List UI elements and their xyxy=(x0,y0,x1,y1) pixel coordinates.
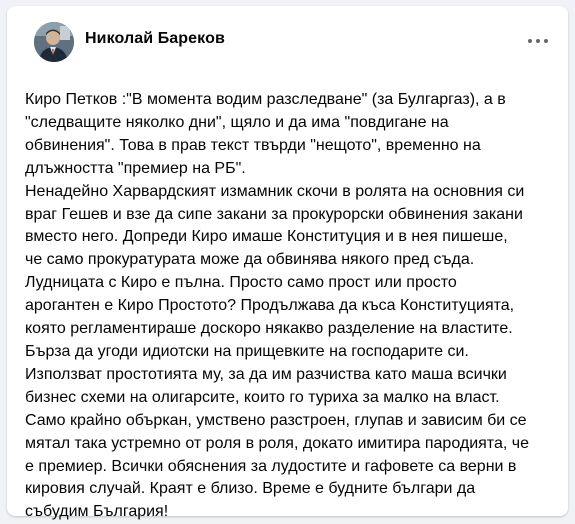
post-text-line: враг Гешев и взе да сипе закани за проку… xyxy=(25,205,523,223)
post-text: Киро Петков :"В момента водим разследван… xyxy=(25,89,555,524)
post-text-line: Бърза да угоди идиотски на прищевките на… xyxy=(25,342,469,360)
post-text-line: е премиер. Всички обяснения за лудостите… xyxy=(25,457,517,475)
post-text-line: събудим България! xyxy=(25,503,169,521)
post-card: Николай Бареков Киро Петков :"В момента … xyxy=(7,6,568,520)
post-text-line: Ненадейно Харвардският измамник скочи в … xyxy=(25,182,525,200)
post-text-line: обвинения". Това в прав текст твърди "не… xyxy=(25,136,481,154)
post-text-line: Лудницата с Киро е пълна. Просто само пр… xyxy=(25,274,457,292)
more-dot xyxy=(528,39,532,43)
post-text-line: че само прокуратурата може да обвинява н… xyxy=(25,251,475,269)
post-text-line: мятал така устремно от роля в роля, дока… xyxy=(25,434,529,452)
more-dot xyxy=(544,39,548,43)
post-text-line: арогантен е Киро Простото? Продължава да… xyxy=(25,297,515,315)
more-dot xyxy=(536,39,540,43)
post-text-line: Само крайно объркан, умствено разстроен,… xyxy=(25,411,527,429)
post-text-line: длъжността "премиер на РБ". xyxy=(25,159,246,177)
post-header: Николай Бареков xyxy=(7,6,568,82)
author-avatar[interactable] xyxy=(34,22,74,62)
post-text-line: "следващите няколко дни", щяло и да има … xyxy=(25,113,449,131)
post-text-line: Използват простотията му, за да им разчи… xyxy=(25,365,507,383)
avatar-photo-icon xyxy=(34,22,74,62)
post-text-line: Киро Петков :"В момента водим разследван… xyxy=(25,91,506,108)
post-text-line: която регламентираше доскоро някакво раз… xyxy=(25,320,513,338)
more-options-icon[interactable] xyxy=(526,36,550,46)
post-text-line: кировия случай. Краят е близо. Време е б… xyxy=(25,480,476,498)
author-name[interactable]: Николай Бареков xyxy=(85,30,225,48)
post-text-line: бизнес схеми на олигарсите, които го тур… xyxy=(25,388,500,406)
post-text-line: вместо него. Допреди Киро имаше Конститу… xyxy=(25,228,508,246)
